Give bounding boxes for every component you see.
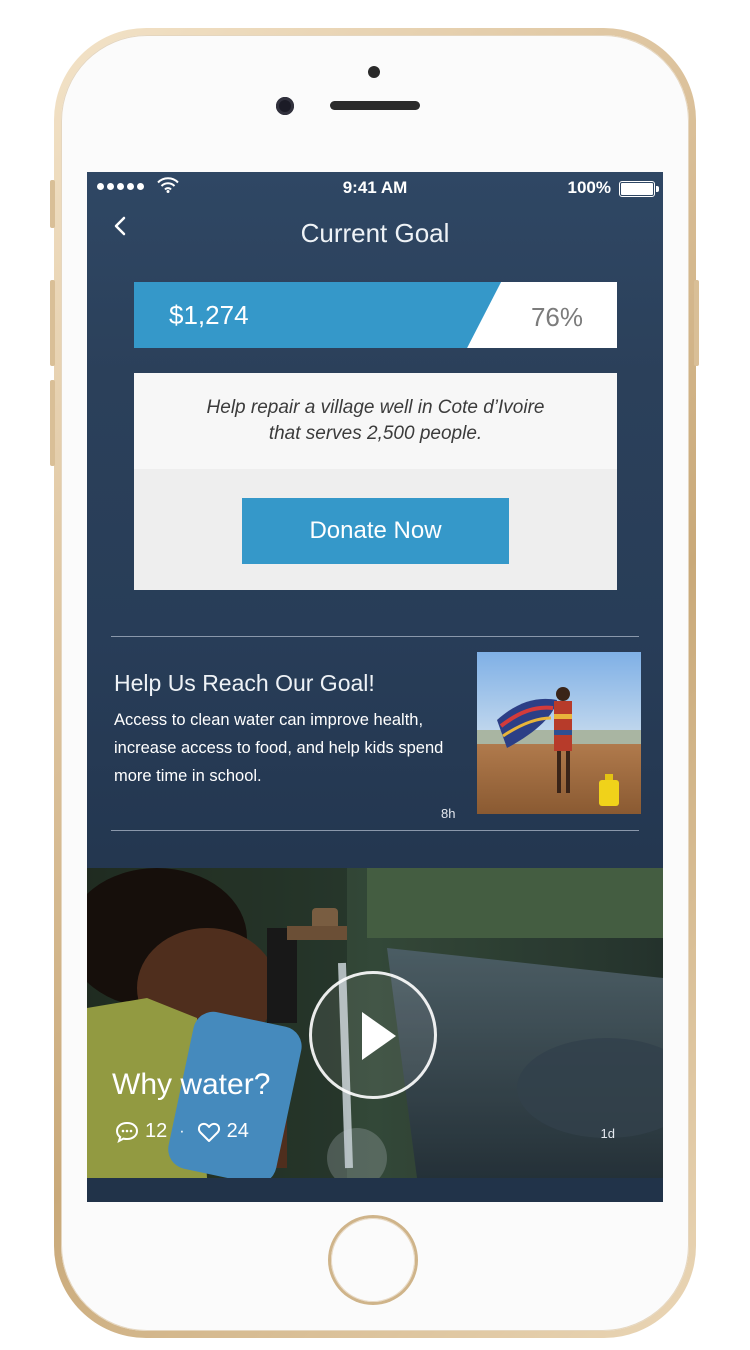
power-button	[694, 280, 699, 366]
donate-now-button[interactable]: Donate Now	[242, 498, 509, 564]
stats-separator: ·	[179, 1122, 185, 1140]
next-post-peek	[87, 1178, 663, 1202]
earpiece-speaker	[330, 101, 420, 110]
app-screen: 9:41 AM 100% Current Goal $1,274 76% Hel…	[87, 172, 663, 1202]
feed-item-time: 8h	[441, 806, 456, 821]
comment-count: 12	[145, 1120, 168, 1142]
volume-up-button	[50, 280, 55, 366]
progress-percent: 76%	[530, 302, 583, 332]
feed-item-title: Help Us Reach Our Goal!	[114, 670, 375, 696]
goal-description-panel: Help repair a village well in Cote d’Ivo…	[134, 373, 617, 469]
video-post-time: 1d	[600, 1126, 615, 1141]
battery-icon	[619, 181, 659, 197]
like-count: 24	[226, 1120, 249, 1142]
battery-percent: 100%	[567, 178, 611, 197]
goal-description: Help repair a village well in Cote d’Ivo…	[154, 395, 597, 447]
goal-progress-bar: $1,274 76%	[134, 282, 617, 348]
home-button[interactable]	[331, 1218, 415, 1302]
page-title: Current Goal	[300, 218, 450, 248]
status-bar: 9:41 AM 100%	[87, 172, 663, 204]
divider-top	[111, 636, 639, 637]
video-title: Why water?	[112, 1068, 271, 1101]
feed-item-body: Access to clean water can improve health…	[114, 711, 444, 785]
raised-amount: $1,274	[169, 300, 249, 330]
feed-item-photo[interactable]	[477, 652, 641, 814]
goal-description-line-2: that serves 2,500 people.	[268, 423, 483, 444]
woman-with-water-can-image	[477, 652, 641, 814]
proximity-sensor	[368, 66, 380, 78]
mute-switch	[50, 180, 55, 228]
front-camera	[276, 97, 294, 115]
play-icon	[362, 1012, 396, 1060]
play-button[interactable]	[309, 971, 437, 1099]
goal-description-line-1: Help repair a village well in Cote d’Ivo…	[206, 397, 545, 418]
divider-bottom	[111, 830, 639, 831]
goal-card: Help repair a village well in Cote d’Ivo…	[134, 373, 617, 590]
volume-down-button	[50, 380, 55, 466]
video-post[interactable]: Why water? 12 · 24 1d	[87, 868, 663, 1178]
comment-icon[interactable]	[115, 1121, 139, 1143]
video-stats: 12 · 24	[115, 1120, 249, 1143]
heart-icon[interactable]	[197, 1121, 221, 1143]
